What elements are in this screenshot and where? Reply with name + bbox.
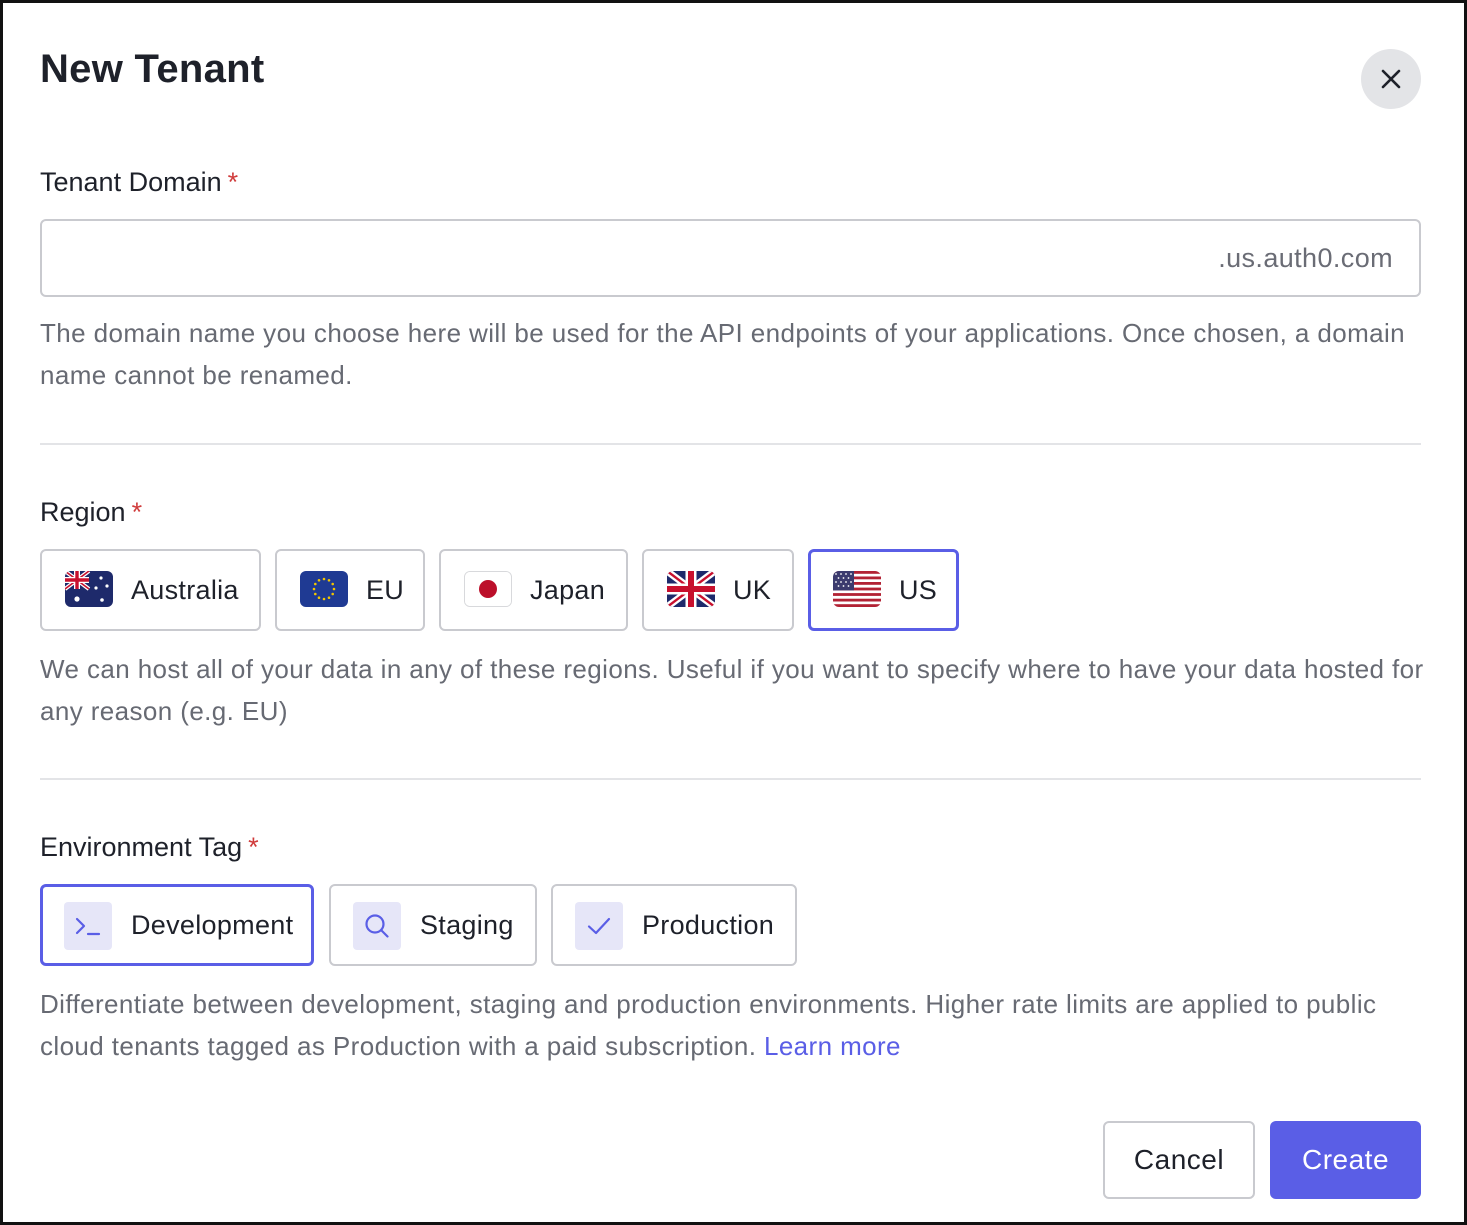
tenant-domain-label-text: Tenant Domain [40, 167, 222, 197]
region-option-australia[interactable]: Australia [40, 549, 261, 631]
dialog-title: New Tenant [40, 47, 265, 91]
region-option-label: Japan [530, 574, 606, 605]
environment-option-development[interactable]: Development [40, 884, 314, 966]
region-label-text: Region [40, 497, 126, 527]
environment-help-text: Differentiate between development, stagi… [40, 989, 1377, 1061]
cancel-button[interactable]: Cancel [1103, 1121, 1255, 1199]
tenant-domain-help: The domain name you choose here will be … [40, 318, 1406, 390]
close-icon [1381, 69, 1401, 89]
environment-help: Differentiate between development, stagi… [40, 983, 1430, 1067]
close-button[interactable] [1361, 49, 1421, 109]
tenant-domain-input[interactable] [42, 221, 1419, 295]
region-option-label: EU [366, 574, 405, 605]
section-divider [40, 443, 1421, 445]
search-icon [353, 902, 401, 950]
environment-tag-label: Environment Tag * [40, 832, 259, 863]
terminal-icon [64, 902, 112, 950]
australia-flag-icon [65, 571, 113, 607]
required-asterisk: * [248, 832, 259, 862]
region-option-uk[interactable]: UK [642, 549, 794, 631]
region-option-eu[interactable]: EU [275, 549, 425, 631]
region-option-us[interactable]: US [808, 549, 959, 631]
region-option-label: Australia [131, 574, 239, 605]
environment-option-label: Production [642, 909, 775, 940]
uk-flag-icon [667, 571, 715, 607]
us-flag-icon [833, 571, 881, 607]
check-icon [575, 902, 623, 950]
required-asterisk: * [227, 167, 239, 197]
learn-more-link[interactable]: Learn more [764, 1031, 901, 1061]
japan-flag-icon [464, 571, 512, 607]
tenant-domain-label: Tenant Domain * [40, 167, 238, 198]
new-tenant-dialog: New Tenant Tenant Domain * .us.auth0.com … [0, 0, 1467, 1225]
environment-option-label: Staging [420, 909, 514, 940]
environment-tag-label-text: Environment Tag [40, 832, 243, 862]
region-option-label: US [899, 574, 938, 605]
section-divider [40, 778, 1421, 780]
environment-option-label: Development [131, 909, 294, 940]
create-button[interactable]: Create [1270, 1121, 1421, 1199]
region-option-japan[interactable]: Japan [439, 549, 628, 631]
tenant-domain-field[interactable]: .us.auth0.com [40, 219, 1421, 297]
region-label: Region * [40, 497, 142, 528]
domain-suffix: .us.auth0.com [1218, 243, 1393, 273]
region-option-label: UK [733, 574, 772, 605]
eu-flag-icon [300, 571, 348, 607]
region-help: We can host all of your data in any of t… [40, 654, 1424, 726]
environment-option-production[interactable]: Production [551, 884, 797, 966]
environment-option-staging[interactable]: Staging [329, 884, 537, 966]
required-asterisk: * [131, 497, 143, 527]
